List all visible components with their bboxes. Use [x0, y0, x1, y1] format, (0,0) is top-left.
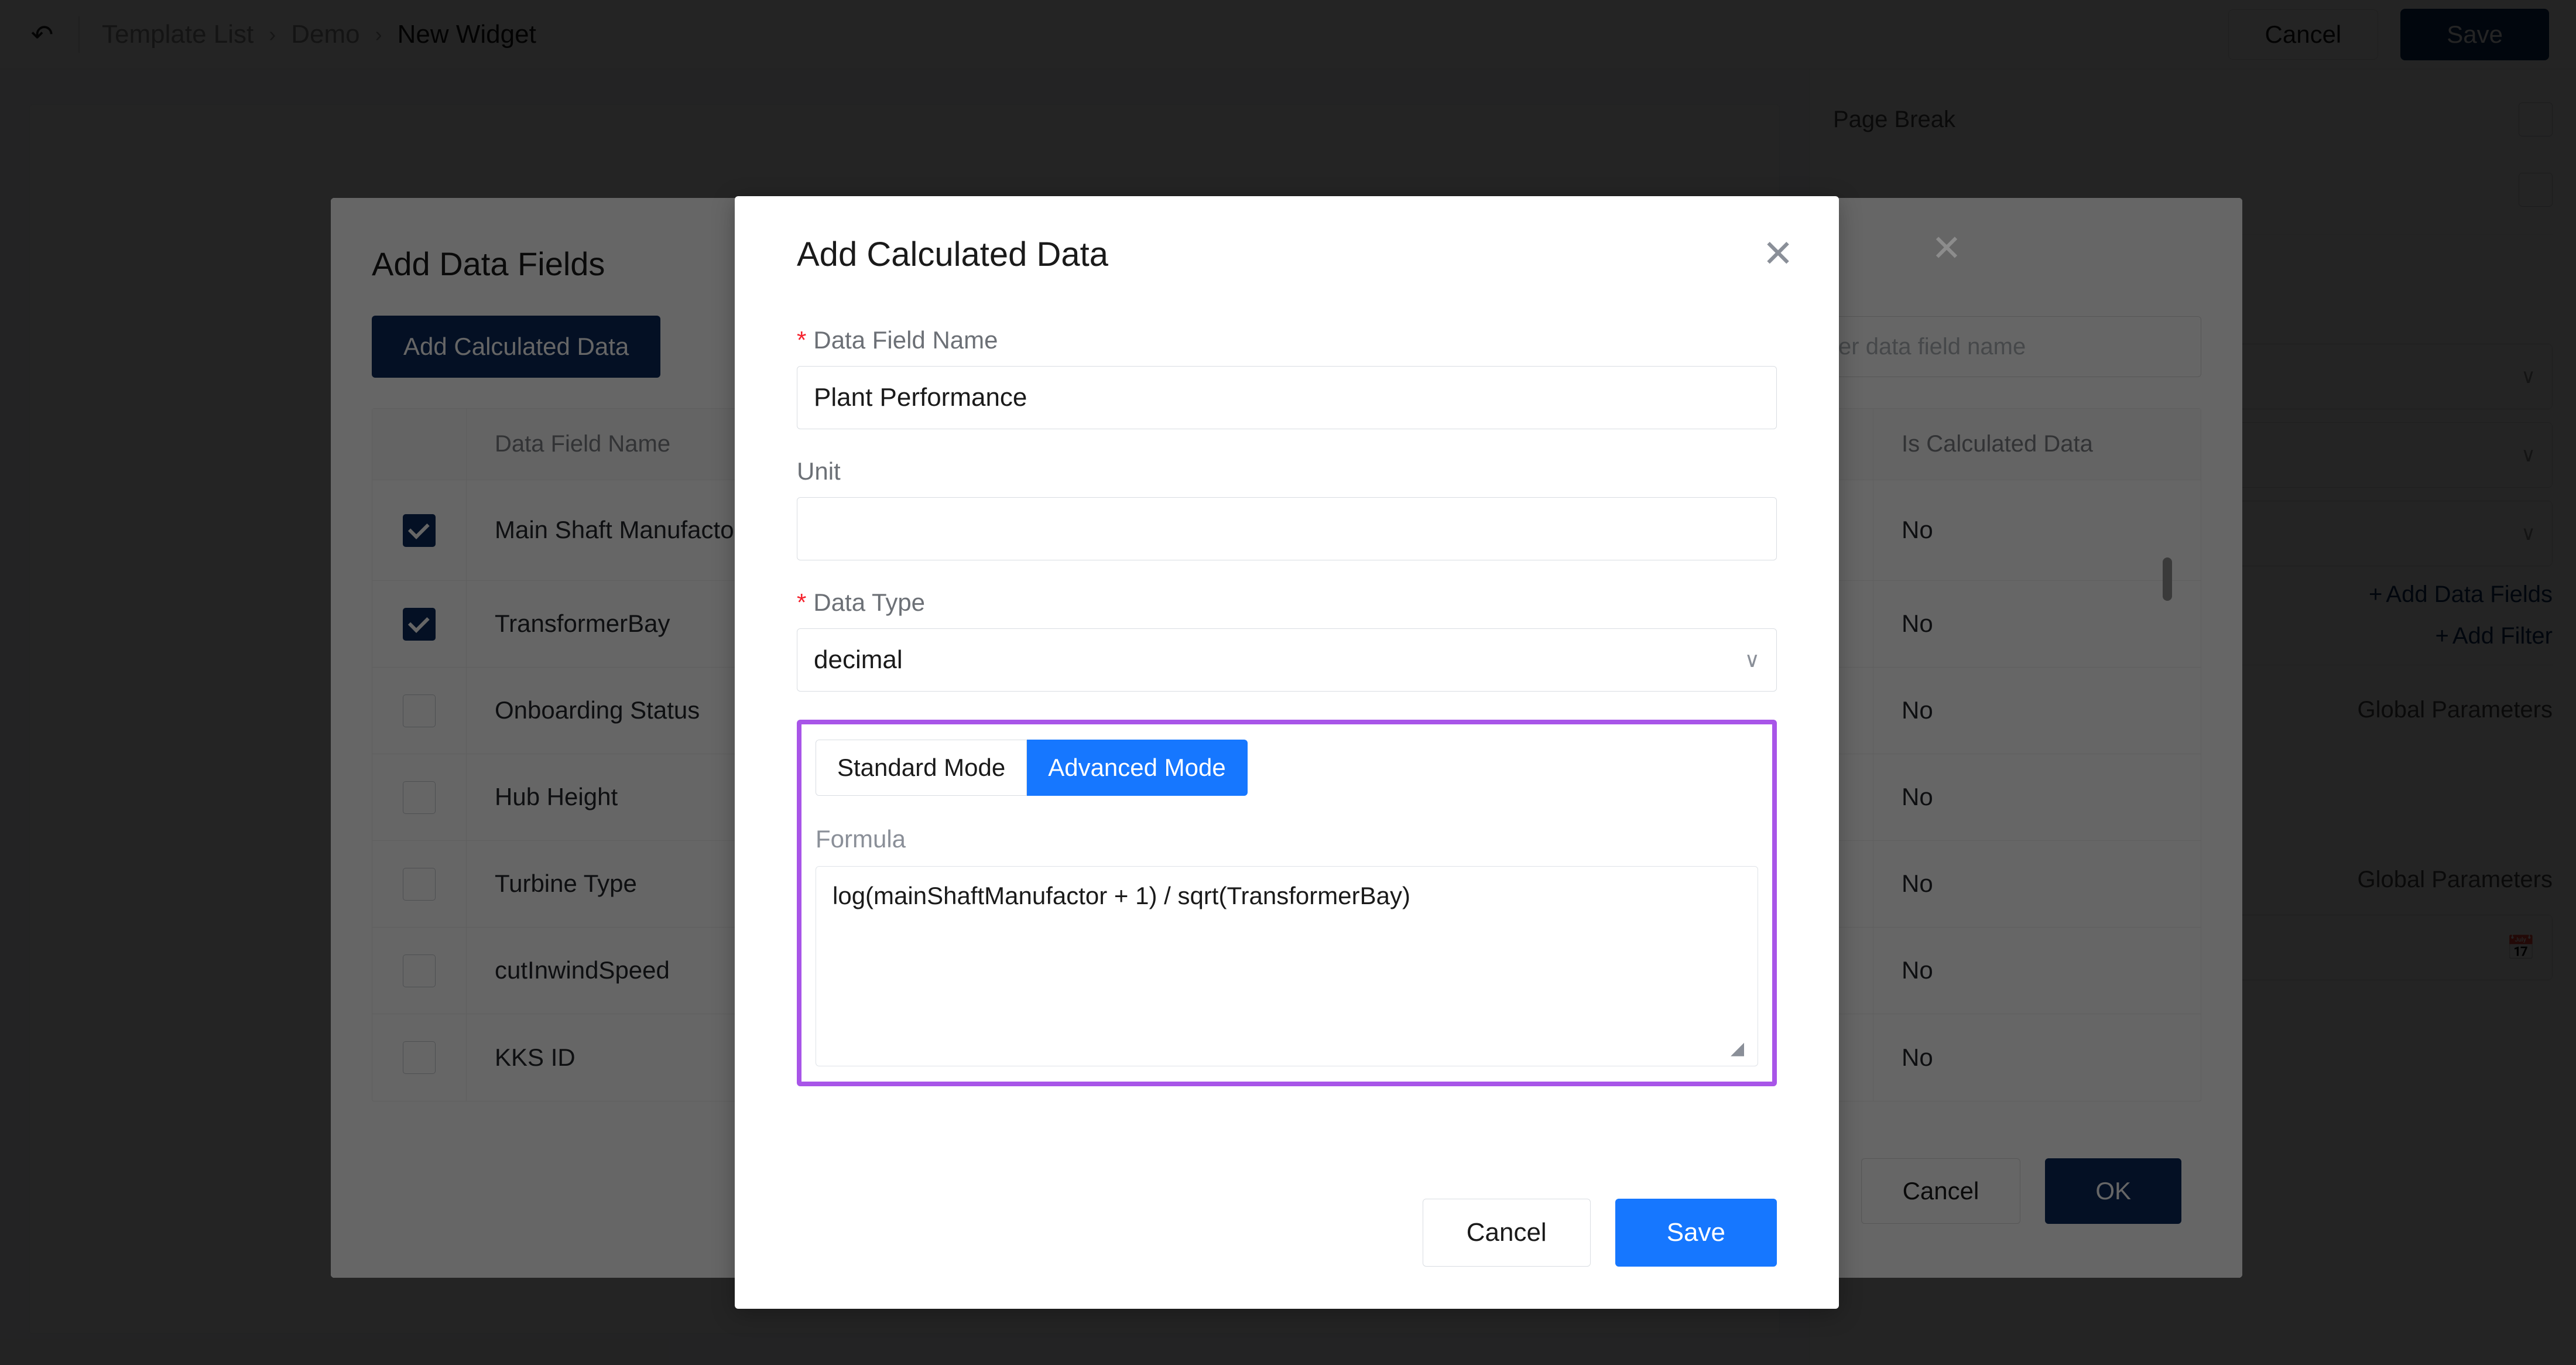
formula-label: Formula	[816, 825, 906, 853]
data-field-name-group: * Data Field Name Plant Performance	[797, 326, 1777, 429]
add-calculated-data-button[interactable]: Add Calculated Data	[372, 316, 661, 378]
add-data-fields-close-icon[interactable]: ✕	[1926, 227, 1967, 269]
data-type-group: * Data Type decimal ∨	[797, 589, 1777, 692]
row-checkbox[interactable]	[403, 607, 436, 641]
cell-is-calculated-data: No	[1902, 610, 1933, 638]
column-header-is-calculated-data: Is Calculated Data	[1902, 431, 2093, 457]
add-calculated-data-form: * Data Field Name Plant Performance Unit…	[797, 326, 1777, 1086]
add-data-fields-cancel-button[interactable]: Cancel	[1861, 1158, 2021, 1224]
row-checkbox[interactable]	[403, 694, 436, 727]
tab-standard-mode[interactable]: Standard Mode	[816, 740, 1027, 796]
unit-label: Unit	[797, 457, 1777, 485]
cell-is-calculated-data: No	[1902, 870, 1933, 898]
cell-is-calculated-data: No	[1902, 516, 1933, 544]
data-field-name-label: * Data Field Name	[797, 326, 1777, 354]
select-all-cell[interactable]	[372, 409, 466, 480]
unit-group: Unit	[797, 457, 1777, 560]
add-calculated-data-save-button[interactable]: Save	[1615, 1199, 1777, 1267]
cell-is-calculated-data: No	[1902, 956, 1933, 984]
cell-data-field-name: Main Shaft Manufactor	[495, 516, 742, 544]
tab-advanced-mode[interactable]: Advanced Mode	[1027, 740, 1248, 796]
cell-data-field-name: Turbine Type	[495, 870, 637, 898]
cell-data-field-name: Onboarding Status	[495, 696, 700, 724]
unit-label-text: Unit	[797, 457, 841, 485]
close-icon[interactable]: ✕	[1757, 232, 1799, 275]
table-scrollbar-thumb[interactable]	[2163, 557, 2172, 601]
row-checkbox[interactable]	[403, 954, 436, 987]
row-checkbox[interactable]	[403, 781, 436, 814]
row-checkbox[interactable]	[403, 867, 436, 901]
data-field-name-input[interactable]: Plant Performance	[797, 366, 1777, 429]
add-calculated-data-footer: Cancel Save	[1422, 1199, 1777, 1267]
cell-data-field-name: cutInwindSpeed	[495, 956, 670, 984]
cell-is-calculated-data: No	[1902, 783, 1933, 811]
add-calculated-data-title: Add Calculated Data	[797, 235, 1108, 273]
column-header-data-field-name: Data Field Name	[495, 431, 671, 457]
cell-data-field-name: Hub Height	[495, 783, 618, 811]
cell-data-field-name: KKS ID	[495, 1043, 576, 1071]
resize-grip-icon[interactable]: ◢	[1731, 1040, 1751, 1060]
cell-data-field-name: TransformerBay	[495, 610, 670, 638]
required-mark-icon: *	[797, 326, 807, 354]
row-checkbox[interactable]	[403, 514, 436, 547]
data-type-select-value: decimal	[814, 645, 903, 674]
data-type-select[interactable]: decimal ∨	[797, 628, 1777, 692]
table-scrollbar-track[interactable]	[2163, 521, 2172, 1095]
formula-textarea[interactable]: log(mainShaftManufactor + 1) / sqrt(Tran…	[816, 866, 1758, 1066]
data-type-label: * Data Type	[797, 589, 1777, 617]
mode-toggle-group: Standard Mode Advanced Mode	[816, 740, 1758, 796]
cell-is-calculated-data: No	[1902, 696, 1933, 724]
add-calculated-data-cancel-button[interactable]: Cancel	[1422, 1199, 1591, 1267]
data-type-label-text: Data Type	[813, 589, 926, 616]
formula-textarea-value: log(mainShaftManufactor + 1) / sqrt(Tran…	[833, 882, 1410, 909]
cell-is-calculated-data: No	[1902, 1043, 1933, 1071]
data-field-name-label-text: Data Field Name	[813, 326, 998, 354]
add-data-fields-ok-button[interactable]: OK	[2045, 1158, 2181, 1224]
add-calculated-data-dialog: Add Calculated Data ✕ * Data Field Name …	[735, 196, 1839, 1309]
chevron-down-icon: ∨	[1744, 648, 1760, 672]
row-checkbox[interactable]	[403, 1041, 436, 1074]
add-data-fields-dialog-footer: Cancel OK	[1861, 1158, 2181, 1224]
required-mark-icon: *	[797, 589, 807, 616]
formula-mode-highlight-region: Standard Mode Advanced Mode Formula log(…	[797, 720, 1777, 1086]
unit-input[interactable]	[797, 497, 1777, 560]
